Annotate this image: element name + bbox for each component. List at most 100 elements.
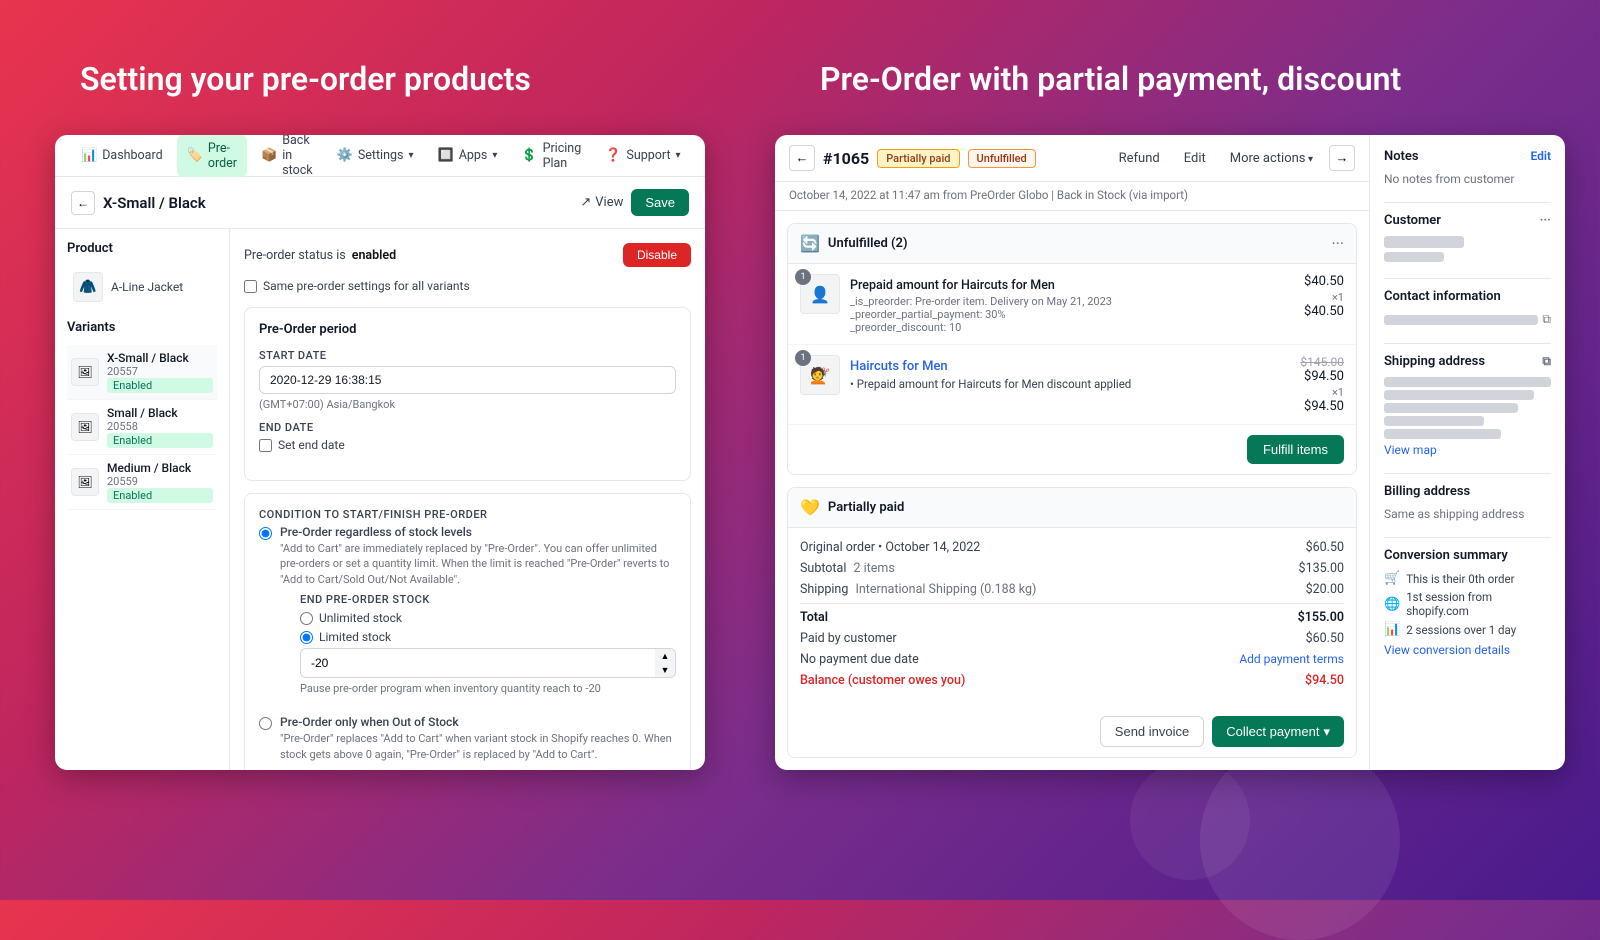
billing-title: Billing address xyxy=(1384,484,1551,499)
item-total-2: $94.50 xyxy=(1300,399,1344,414)
item-qty-price-2: ×1 xyxy=(1300,386,1344,399)
item-qty-price-1: ×1 xyxy=(1304,291,1344,304)
more-actions-button[interactable]: More actions xyxy=(1222,147,1321,170)
variant-item-small[interactable]: 🖼 Small / Black 20558 Enabled xyxy=(67,400,217,455)
customer-more-button[interactable]: ··· xyxy=(1540,213,1551,228)
apps-icon: 🔲 xyxy=(438,148,454,163)
limited-label: Limited stock xyxy=(319,630,391,644)
variant-item-medium[interactable]: 🖼 Medium / Black 20559 Enabled xyxy=(67,455,217,510)
status-prefix: Pre-order status is xyxy=(244,248,346,263)
option-oos-desc: "Pre-Order" replaces "Add to Cart" when … xyxy=(280,731,676,762)
variant-badge-xsmall: Enabled xyxy=(107,378,213,393)
product-header-left: ← X-Small / Black xyxy=(71,191,206,215)
stepper-down[interactable]: ▼ xyxy=(655,663,675,677)
variant-name-small: Small / Black xyxy=(107,406,213,420)
send-invoice-button[interactable]: Send invoice xyxy=(1100,716,1204,747)
product-sidebar: Product 🧥 A-Line Jacket Variants 🖼 X-Sma… xyxy=(55,229,230,770)
customer-title: Customer xyxy=(1384,213,1441,228)
radio-limited[interactable] xyxy=(300,631,313,644)
product-section-title: Product xyxy=(67,241,217,256)
copy-email-button[interactable]: ⧉ xyxy=(1542,312,1551,327)
variant-badge-small: Enabled xyxy=(107,433,213,448)
option-regardless-desc: "Add to Cart" are immediately replaced b… xyxy=(280,541,676,587)
balance-label: Balance (customer owes you) xyxy=(800,673,965,688)
variant-item-xsmall[interactable]: 🖼 X-Small / Black 20557 Enabled xyxy=(67,345,217,400)
item-meta-1-0: _is_preorder: Pre-order item. Delivery o… xyxy=(850,295,1294,308)
item-link-2[interactable]: Haircuts for Men xyxy=(850,359,948,374)
save-button[interactable]: Save xyxy=(631,189,689,216)
chart-icon: 📊 xyxy=(1384,622,1400,637)
stock-hint: Pause pre-order program when inventory q… xyxy=(300,682,676,695)
fulfillment-card: 🔄 Unfulfilled (2) ··· 1 👤 Prepaid amount… xyxy=(787,223,1357,475)
fulfillment-more-button[interactable]: ··· xyxy=(1331,234,1344,253)
edit-button[interactable]: Edit xyxy=(1176,147,1214,170)
conversion-text-1: 1st session from shopify.com xyxy=(1406,590,1551,618)
radio-out-of-stock[interactable] xyxy=(259,717,272,730)
nav-preorder[interactable]: 🏷️ Pre-order xyxy=(177,135,247,177)
disable-button[interactable]: Disable xyxy=(623,243,691,267)
add-payment-link[interactable]: Add payment terms xyxy=(1239,652,1344,667)
subtotal-label: Subtotal 2 items xyxy=(800,561,895,576)
status-row: Pre-order status is enabled Disable xyxy=(244,243,691,267)
nav-dashboard[interactable]: 📊 Dashboard xyxy=(71,142,173,169)
fulfillment-title: Unfulfilled (2) xyxy=(828,236,908,251)
conversion-section: Conversion summary 🛒 This is their 0th o… xyxy=(1384,548,1551,657)
same-settings-checkbox[interactable] xyxy=(244,280,257,293)
navbar: 📊 Dashboard 🏷️ Pre-order 📦 Back in stock… xyxy=(55,135,705,177)
nav-pricing[interactable]: 💲 Pricing Plan xyxy=(511,135,591,177)
start-date-hint: (GMT+07:00) Asia/Bangkok xyxy=(259,398,676,411)
support-icon: ❓ xyxy=(605,148,621,163)
view-conversion-link[interactable]: View conversion details xyxy=(1384,643,1551,657)
start-date-input[interactable] xyxy=(259,366,676,394)
radio-unlimited[interactable] xyxy=(300,612,313,625)
conversion-item-2: 📊 2 sessions over 1 day xyxy=(1384,622,1551,637)
billing-title-text: Billing address xyxy=(1384,484,1470,499)
two-col-layout: Product 🧥 A-Line Jacket Variants 🖼 X-Sma… xyxy=(55,229,705,770)
item-details-2: Haircuts for Men • Prepaid amount for Ha… xyxy=(850,355,1290,391)
nav-back-in-stock[interactable]: 📦 Back in stock xyxy=(251,135,323,184)
external-link-icon: ↗ xyxy=(580,195,591,210)
globe-icon: 🌐 xyxy=(1384,597,1400,612)
shipping-amount: $20.00 xyxy=(1306,582,1344,597)
set-end-date-checkbox[interactable] xyxy=(259,439,272,452)
addr-line-5 xyxy=(1384,429,1501,439)
due-row: No payment due date Add payment terms xyxy=(800,652,1344,667)
status-value: enabled xyxy=(352,248,396,263)
order-item-1: 1 👤 Prepaid amount for Haircuts for Men … xyxy=(788,264,1356,345)
stepper-up[interactable]: ▲ xyxy=(655,649,675,663)
left-panel: 📊 Dashboard 🏷️ Pre-order 📦 Back in stock… xyxy=(55,135,705,770)
next-order-button[interactable]: → xyxy=(1329,145,1355,171)
view-map-link[interactable]: View map xyxy=(1384,443,1551,457)
notes-section: Notes Edit No notes from customer xyxy=(1384,149,1551,186)
shipping-address xyxy=(1384,377,1551,439)
view-button[interactable]: ↗ View xyxy=(580,195,623,210)
collect-payment-button[interactable]: Collect payment ▾ xyxy=(1212,716,1344,747)
back-button[interactable]: ← xyxy=(71,191,95,215)
payment-actions: Send invoice Collect payment ▾ xyxy=(788,706,1356,757)
stock-stepper[interactable]: ▲ ▼ xyxy=(655,649,675,677)
refund-button[interactable]: Refund xyxy=(1111,147,1168,170)
variant-info-medium: Medium / Black 20559 Enabled xyxy=(107,461,213,503)
nav-settings[interactable]: ⚙️ Settings ▾ xyxy=(327,142,424,169)
option-oos-content: Pre-Order only when Out of Stock "Pre-Or… xyxy=(280,715,676,762)
stock-value-input[interactable] xyxy=(301,651,655,675)
customer-sub-blurred xyxy=(1384,252,1444,262)
radio-regardless[interactable] xyxy=(259,527,272,540)
notes-edit-link[interactable]: Edit xyxy=(1530,149,1551,164)
fulfill-items-button[interactable]: Fulfill items xyxy=(1247,435,1344,464)
payment-title: Partially paid xyxy=(828,500,904,515)
end-stock-label: End pre-order stock xyxy=(300,593,676,606)
item-qty-badge-2: 1 xyxy=(795,350,811,366)
nav-apps[interactable]: 🔲 Apps ▾ xyxy=(428,142,508,169)
total-label: Total xyxy=(800,610,828,625)
unfulfilled-badge: Unfulfilled xyxy=(968,149,1036,168)
copy-address-button[interactable]: ⧉ xyxy=(1542,354,1551,369)
prev-order-button[interactable]: ← xyxy=(789,145,815,171)
start-date-label: START DATE xyxy=(259,349,676,362)
divider-4 xyxy=(1384,473,1551,474)
nav-support[interactable]: ❓ Support ▾ xyxy=(595,142,690,169)
notes-empty-text: No notes from customer xyxy=(1384,172,1551,186)
item-bullet-2: • Prepaid amount for Haircuts for Men di… xyxy=(850,377,1290,391)
order-id: #1065 xyxy=(823,149,869,168)
sub-options: End pre-order stock Unlimited stock Limi… xyxy=(300,593,676,695)
